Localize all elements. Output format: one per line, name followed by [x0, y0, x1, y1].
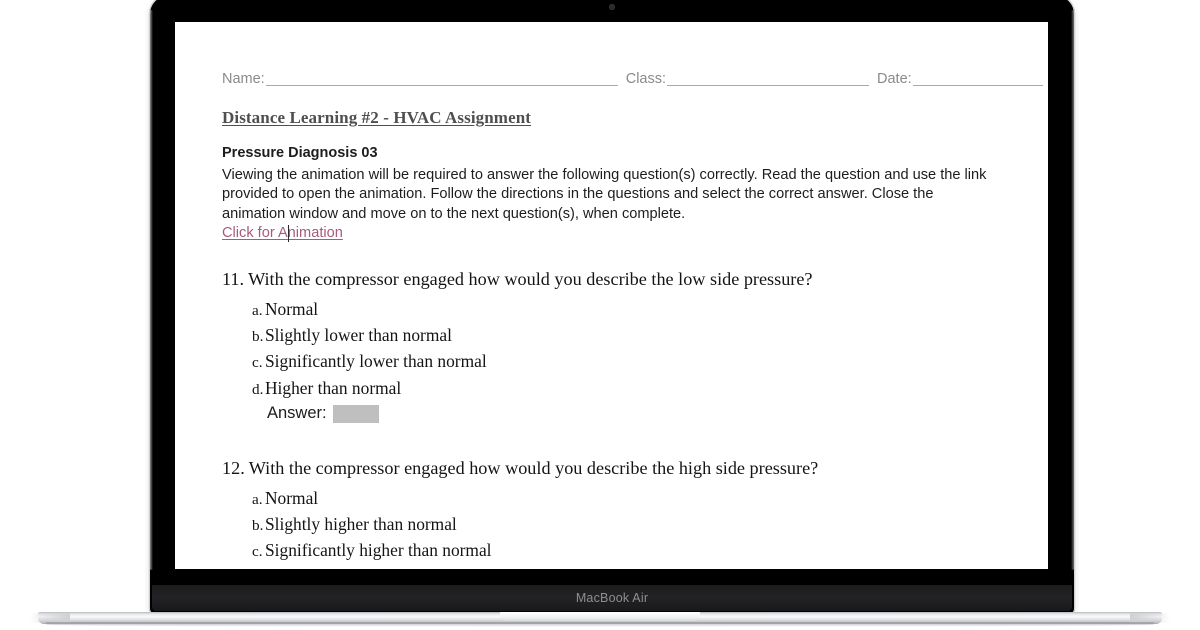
question-number: 12.: [222, 457, 245, 478]
question-block: 12. With the compressor engaged how would…: [222, 457, 1048, 569]
choice-text: Significantly higher than normal: [265, 540, 492, 561]
lid-edge-highlight-right: [1071, 10, 1074, 570]
laptop-base-notch: [500, 612, 700, 621]
laptop-screen: Name: Class: Date: Distance Learning #2 …: [175, 22, 1048, 569]
name-field-label: Name:: [222, 70, 265, 87]
choice-option[interactable]: b.Slightly lower than normal: [252, 323, 1048, 349]
choice-option[interactable]: c. Significantly higher than normal: [252, 538, 1048, 564]
laptop-mockup: Name: Class: Date: Distance Learning #2 …: [150, 0, 1074, 613]
choice-letter: c.: [252, 543, 263, 561]
date-input-line[interactable]: [912, 70, 1043, 86]
section-heading: Pressure Diagnosis 03: [222, 145, 378, 161]
choice-letter: b.: [252, 516, 264, 534]
answer-row: Answer:: [267, 403, 1048, 425]
choice-letter: d.: [252, 566, 265, 569]
instructions-paragraph: Viewing the animation will be required t…: [222, 167, 987, 222]
class-input-line[interactable]: [667, 70, 870, 86]
question-text: With the compressor engaged how would yo…: [248, 457, 819, 478]
choice-letter: d.: [252, 380, 264, 398]
choice-option[interactable]: a. Normal: [252, 297, 1048, 323]
choice-option[interactable]: d.Higher than normal: [252, 376, 1048, 402]
choice-letter: c.: [252, 354, 263, 372]
laptop-base-shadow: [46, 622, 1154, 627]
question-prompt: 11. With the compressor engaged how would…: [222, 268, 1048, 291]
animation-link[interactable]: Click for Animation: [222, 224, 343, 242]
question-text: With the compressor engaged how would yo…: [248, 268, 813, 289]
lid-edge-highlight-left: [150, 10, 153, 570]
choice-text: Significantly lower than normal: [265, 351, 487, 372]
webcam-icon: [609, 4, 615, 10]
choice-list: a. Normal b.Slightly higher than normal c…: [222, 486, 1048, 569]
choice-text: Higher than normal: [265, 377, 402, 398]
choice-text: Normal: [265, 487, 319, 508]
name-input-line[interactable]: [265, 70, 618, 86]
laptop-chin: MacBook Air: [152, 585, 1072, 611]
text-cursor-caret: [288, 224, 290, 242]
date-field-label: Date:: [877, 70, 912, 87]
choice-text: Slightly higher than normal: [265, 513, 457, 534]
choice-text: Slightly lower than normal: [265, 324, 452, 345]
student-info-row: Name: Class: Date:: [222, 64, 1048, 86]
choice-option[interactable]: b.Slightly higher than normal: [252, 512, 1048, 538]
answer-input-box[interactable]: [332, 404, 379, 423]
choice-letter: b.: [252, 327, 264, 345]
device-brand-label: MacBook Air: [575, 591, 649, 605]
page-title: Distance Learning #2 - HVAC Assignment: [222, 108, 532, 127]
choice-letter: a.: [252, 490, 263, 508]
choice-text: Normal: [265, 298, 319, 319]
class-field-label: Class:: [625, 70, 667, 87]
choice-option[interactable]: a. Normal: [252, 486, 1048, 512]
choice-option[interactable]: c. Significantly lower than normal: [252, 349, 1048, 375]
choice-option[interactable]: d.Significantly lower than normal: [252, 564, 1048, 569]
choice-text: Significantly lower than normal: [265, 566, 487, 569]
answer-label: Answer:: [267, 404, 327, 423]
question-prompt: 12. With the compressor engaged how would…: [222, 457, 1048, 480]
question-block: 11. With the compressor engaged how would…: [222, 268, 1048, 425]
worksheet-document: Name: Class: Date: Distance Learning #2 …: [175, 22, 1048, 569]
animation-link-label: Click for Animation: [222, 224, 343, 241]
question-number: 11.: [222, 268, 245, 289]
choice-letter: a.: [252, 301, 263, 319]
choice-list: a. Normal b.Slightly lower than normal c.…: [222, 297, 1048, 402]
